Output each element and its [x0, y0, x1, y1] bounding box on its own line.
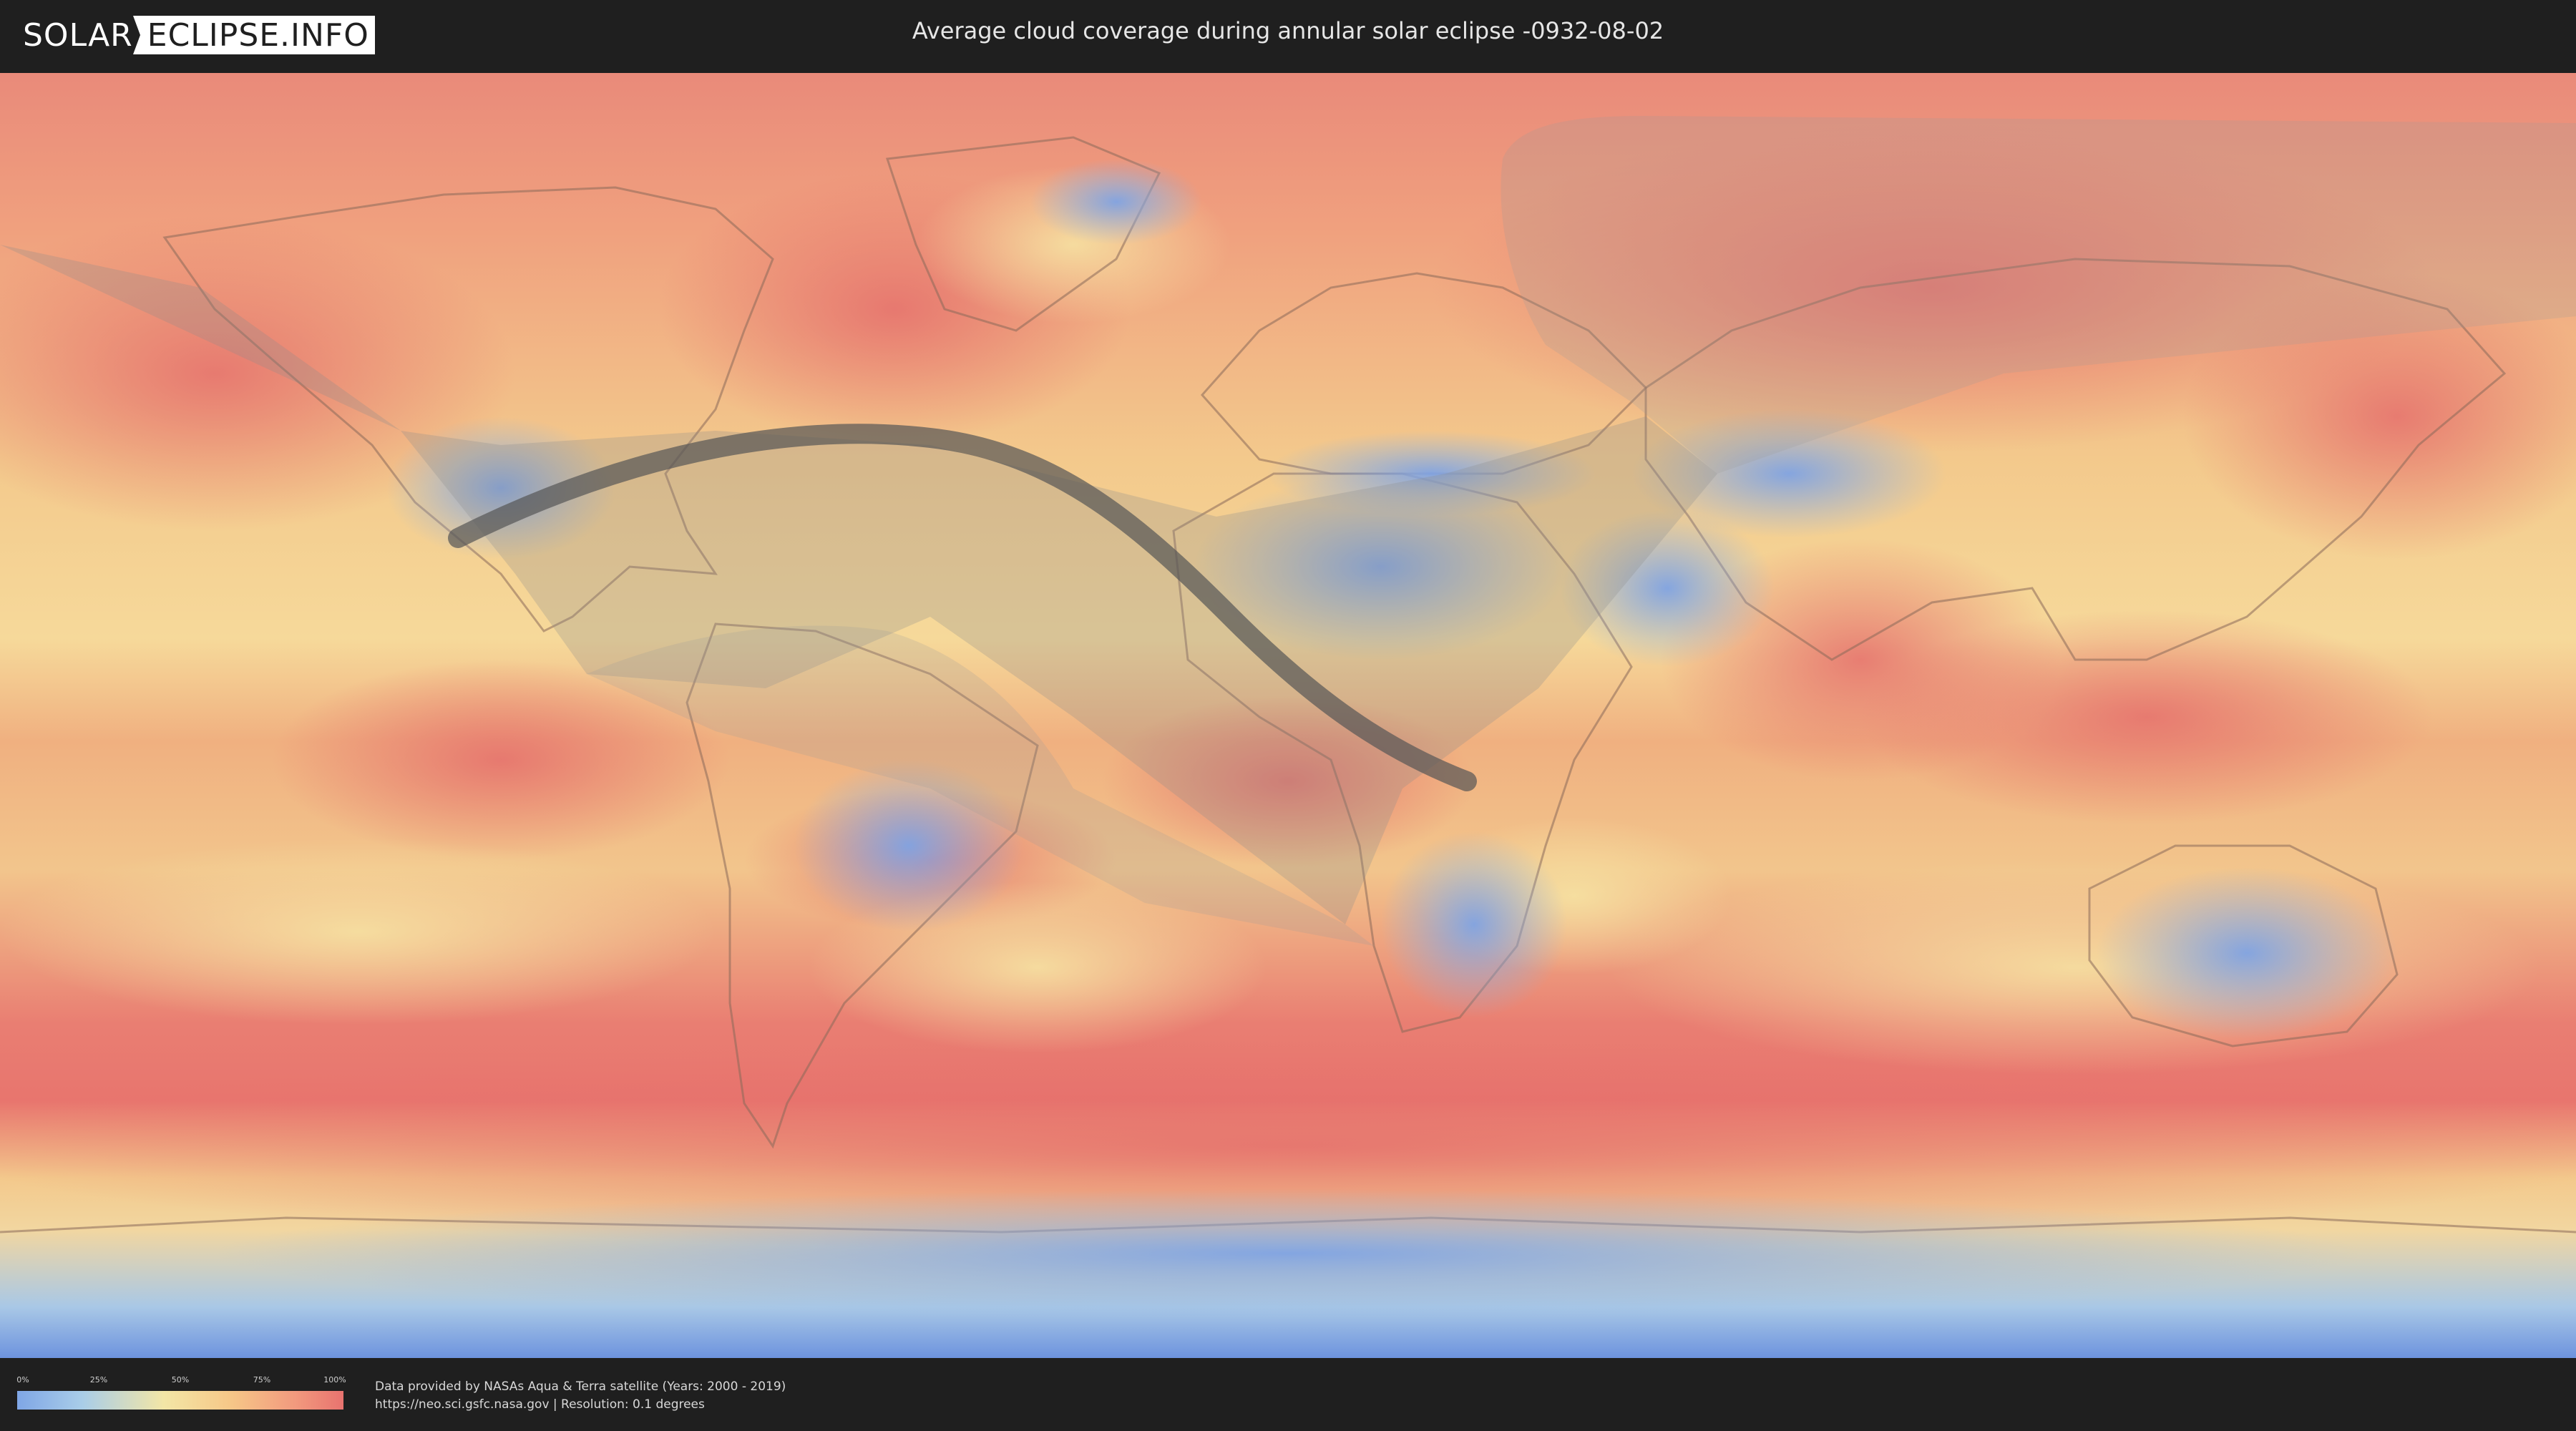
header-bar: SOLAR ECLIPSE.INFO Average cloud coverag…: [0, 0, 2576, 72]
credit-line-url[interactable]: https://neo.sci.gsfc.nasa.gov | Resoluti…: [375, 1396, 786, 1414]
legend-tick-50: 50%: [171, 1375, 190, 1384]
footer-bar: 0% 25% 50% 75% 100% Data provided by NAS…: [0, 1358, 2576, 1431]
legend-tick-75: 75%: [253, 1375, 271, 1384]
page-title: Average cloud coverage during annular so…: [912, 17, 1664, 44]
legend-tick-25: 25%: [89, 1375, 108, 1384]
cloud-coverage-map[interactable]: [0, 73, 2576, 1358]
legend-color-bar: [17, 1391, 343, 1410]
legend-ticks: 0% 25% 50% 75% 100%: [16, 1375, 346, 1388]
credit-line-source: Data provided by NASAs Aqua & Terra sate…: [375, 1379, 786, 1394]
legend-tick-100: 100%: [323, 1375, 346, 1384]
data-credits: Data provided by NASAs Aqua & Terra sate…: [375, 1378, 786, 1414]
legend-tick-0: 0%: [16, 1375, 29, 1384]
cloud-coverage-legend: 0% 25% 50% 75% 100%: [16, 1375, 346, 1412]
